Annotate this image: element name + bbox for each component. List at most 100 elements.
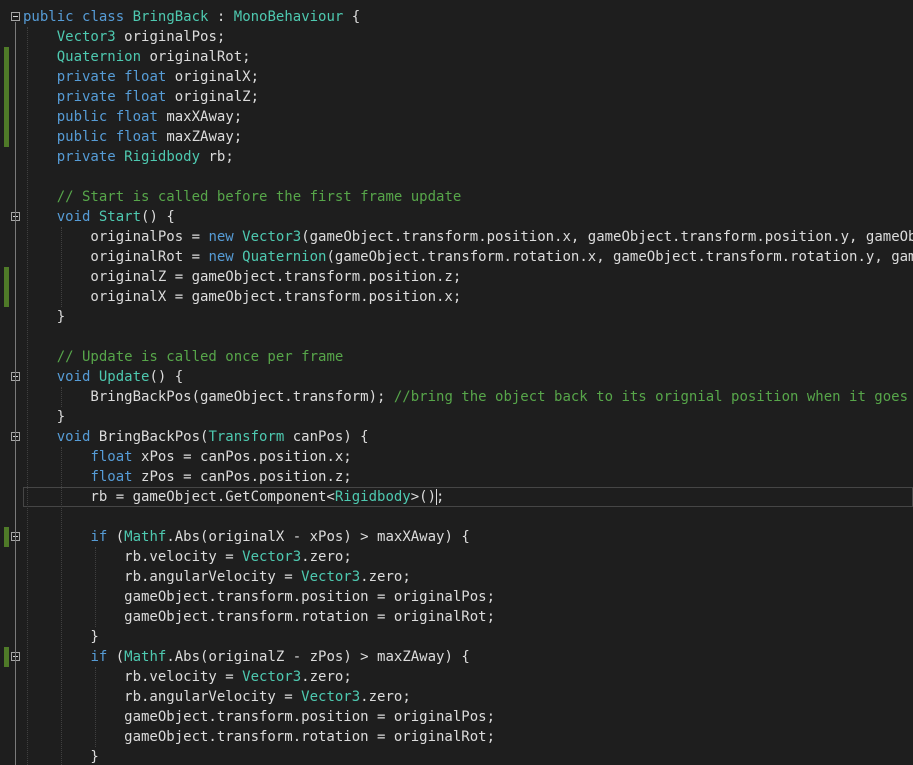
code-line[interactable]: // Start is called before the first fram…: [0, 187, 913, 207]
indent-guide: [94, 667, 96, 747]
code-line[interactable]: if (Mathf.Abs(originalZ - zPos) > maxZAw…: [0, 647, 913, 667]
code-token: float: [115, 109, 158, 125]
code-token: Transform: [208, 429, 285, 445]
code-token: float: [90, 469, 133, 485]
code-token: Vector3: [301, 689, 361, 705]
code-token: private: [56, 149, 116, 165]
code-line[interactable]: }: [0, 627, 913, 647]
code-line[interactable]: public float maxXAway;: [0, 107, 913, 127]
code-token: originalRot;: [141, 49, 251, 65]
code-line-text: BringBackPos(gameObject.transform); //br…: [23, 387, 913, 407]
code-line[interactable]: // Update is called once per frame: [0, 347, 913, 367]
code-line[interactable]: originalZ = gameObject.transform.positio…: [0, 267, 913, 287]
code-line-text: private float originalX;: [23, 67, 259, 87]
code-line[interactable]: rb.velocity = Vector3.zero;: [0, 667, 913, 687]
code-line[interactable]: private Rigidbody rb;: [0, 147, 913, 167]
code-token: Vector3: [242, 669, 302, 685]
code-line[interactable]: originalRot = new Quaternion(gameObject.…: [0, 247, 913, 267]
code-line-text: public float maxXAway;: [23, 107, 242, 127]
code-line-text: public class BringBack : MonoBehaviour {: [23, 7, 360, 27]
indent-guide: [60, 227, 62, 307]
code-line[interactable]: private float originalX;: [0, 67, 913, 87]
code-line[interactable]: void Start() {: [0, 207, 913, 227]
code-token: :: [208, 9, 234, 25]
code-line[interactable]: if (Mathf.Abs(originalX - xPos) > maxXAw…: [0, 527, 913, 547]
code-token: (gameObject.transform.position.x, gameOb…: [301, 229, 913, 245]
code-token: //bring the object back to its orignial …: [393, 389, 909, 405]
code-token: if: [90, 529, 108, 545]
code-line[interactable]: float xPos = canPos.position.x;: [0, 447, 913, 467]
code-token: .zero;: [301, 549, 352, 565]
code-line[interactable]: gameObject.transform.position = original…: [0, 707, 913, 727]
code-line[interactable]: [0, 167, 913, 187]
code-token: Quaternion: [56, 49, 142, 65]
code-token: public: [56, 129, 108, 145]
code-token: Vector3: [56, 29, 116, 45]
code-line[interactable]: rb.angularVelocity = Vector3.zero;: [0, 567, 913, 587]
code-line-text: public float maxZAway;: [23, 127, 242, 147]
code-line[interactable]: Quaternion originalRot;: [0, 47, 913, 67]
code-line[interactable]: void Update() {: [0, 367, 913, 387]
code-line[interactable]: }: [0, 407, 913, 427]
code-token: Start: [98, 209, 142, 225]
code-line[interactable]: rb = gameObject.GetComponent<Rigidbody>(…: [0, 487, 913, 507]
code-line[interactable]: }: [0, 307, 913, 327]
code-line[interactable]: public class BringBack : MonoBehaviour {: [0, 7, 913, 27]
code-line[interactable]: private float originalZ;: [0, 87, 913, 107]
code-token: Update: [98, 369, 150, 385]
code-line[interactable]: Vector3 originalPos;: [0, 27, 913, 47]
code-line-text: originalPos = new Vector3(gameObject.tra…: [23, 227, 913, 247]
code-token: BringBackPos(gameObject.transform);: [23, 389, 394, 405]
code-line-text: rb.velocity = Vector3.zero;: [23, 667, 352, 687]
code-line[interactable]: }: [0, 747, 913, 765]
code-line[interactable]: [0, 507, 913, 527]
code-line[interactable]: rb.angularVelocity = Vector3.zero;: [0, 687, 913, 707]
code-line-text: void Start() {: [23, 207, 175, 227]
code-token: float: [124, 89, 167, 105]
code-line[interactable]: public float maxZAway;: [0, 127, 913, 147]
code-line-text: if (Mathf.Abs(originalZ - zPos) > maxZAw…: [23, 647, 470, 667]
code-line[interactable]: originalPos = new Vector3(gameObject.tra…: [0, 227, 913, 247]
code-token: .Abs(originalX - xPos) > maxXAway) {: [166, 529, 470, 545]
code-line[interactable]: [0, 327, 913, 347]
code-line-text: Quaternion originalRot;: [23, 47, 251, 67]
code-token: originalPos =: [23, 229, 209, 245]
modified-line-marker: [4, 47, 9, 67]
code-token: Vector3: [301, 569, 361, 585]
code-line[interactable]: rb.velocity = Vector3.zero;: [0, 547, 913, 567]
code-line[interactable]: void BringBackPos(Transform canPos) {: [0, 427, 913, 447]
code-line-text: }: [23, 407, 65, 427]
code-token: .Abs(originalZ - zPos) > maxZAway) {: [166, 649, 470, 665]
code-token: canPos) {: [284, 429, 369, 445]
code-line-text: Vector3 originalPos;: [23, 27, 226, 47]
code-token: Rigidbody: [334, 489, 411, 505]
code-token: public: [23, 9, 74, 25]
code-line[interactable]: float zPos = canPos.position.z;: [0, 467, 913, 487]
code-line-text: private float originalZ;: [23, 87, 259, 107]
code-token: float: [90, 449, 133, 465]
indent-guide: [60, 447, 62, 765]
code-line[interactable]: gameObject.transform.position = original…: [0, 587, 913, 607]
code-line[interactable]: originalX = gameObject.transform.positio…: [0, 287, 913, 307]
code-line[interactable]: gameObject.transform.rotation = original…: [0, 607, 913, 627]
modified-line-marker: [4, 87, 9, 107]
code-token: rb.velocity =: [23, 669, 243, 685]
code-line[interactable]: gameObject.transform.rotation = original…: [0, 727, 913, 747]
code-line-text: float zPos = canPos.position.z;: [23, 467, 351, 487]
modified-line-marker: [4, 127, 9, 147]
collapse-toggle-icon[interactable]: [11, 12, 20, 21]
code-token: private: [56, 69, 116, 85]
code-line[interactable]: BringBackPos(gameObject.transform); //br…: [0, 387, 913, 407]
code-token: new: [208, 249, 234, 265]
code-line-text: if (Mathf.Abs(originalX - xPos) > maxXAw…: [23, 527, 470, 547]
code-editor[interactable]: public class BringBack : MonoBehaviour {…: [0, 0, 913, 765]
